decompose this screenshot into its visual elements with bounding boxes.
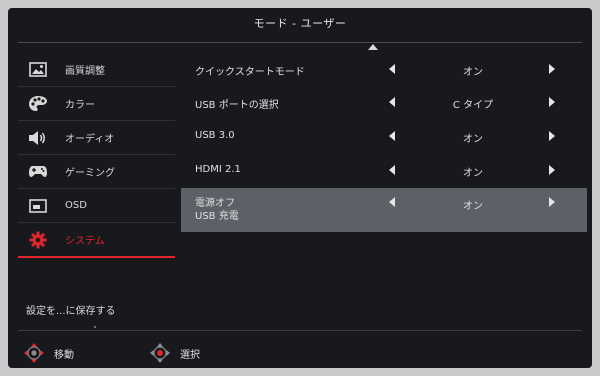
footer-divider xyxy=(18,330,582,331)
setting-label: HDMI 2.1 xyxy=(195,164,241,175)
setting-row-power-off-usb-charge[interactable]: 電源オフ USB 充電 オン xyxy=(181,188,587,232)
sidebar-item-label: オーディオ xyxy=(65,134,115,145)
sidebar-item-label: システム xyxy=(65,236,105,247)
picture-icon xyxy=(27,61,49,79)
active-underline xyxy=(18,256,175,258)
setting-row-usb30[interactable]: USB 3.0 オン xyxy=(181,120,587,153)
title-divider xyxy=(18,42,582,43)
arrow-right-icon[interactable] xyxy=(549,165,555,175)
osd-menu: モード - ユーザー 画質調整 カラー オーディオ ゲーミング OSD システム… xyxy=(8,8,592,368)
arrow-right-icon[interactable] xyxy=(549,64,555,74)
sidebar-item-label: ゲーミング xyxy=(65,168,115,179)
setting-value: オン xyxy=(463,201,483,212)
scroll-up-icon[interactable] xyxy=(368,44,378,50)
sidebar-item-picture[interactable]: 画質調整 xyxy=(18,53,175,86)
setting-value: オン xyxy=(463,134,483,145)
arrow-left-icon[interactable] xyxy=(389,165,395,175)
arrow-left-icon[interactable] xyxy=(389,197,395,207)
footer-move-hint: 移動 xyxy=(24,341,74,365)
sidebar-item-label: OSD xyxy=(65,200,87,211)
arrow-left-icon[interactable] xyxy=(389,131,395,141)
setting-label: USB ポートの選択 xyxy=(195,100,279,111)
setting-row-hdmi21[interactable]: HDMI 2.1 オン xyxy=(181,154,587,187)
setting-value: オン xyxy=(463,168,483,179)
footer-select-label: 選択 xyxy=(180,349,200,361)
arrow-right-icon[interactable] xyxy=(549,97,555,107)
dpad-move-icon xyxy=(24,343,44,363)
setting-label-line2: USB 充電 xyxy=(195,211,239,222)
sidebar-item-label: 画質調整 xyxy=(65,66,105,77)
osd-icon xyxy=(27,197,49,215)
arrow-right-icon[interactable] xyxy=(549,131,555,141)
setting-value: オン xyxy=(463,67,483,78)
arrow-left-icon[interactable] xyxy=(389,97,395,107)
sidebar-item-system[interactable]: システム xyxy=(18,223,175,256)
setting-label: クイックスタートモード xyxy=(195,67,305,78)
save-settings-item[interactable]: 設定を...に保存する xyxy=(26,302,116,317)
setting-row-usb-port[interactable]: USB ポートの選択 C タイプ xyxy=(181,86,587,119)
footer-select-hint: 選択 xyxy=(150,341,200,365)
gamepad-icon xyxy=(27,163,49,181)
setting-value: C タイプ xyxy=(452,100,494,111)
setting-label-line1: 電源オフ xyxy=(195,198,235,209)
speaker-icon xyxy=(27,129,49,147)
sidebar-item-color[interactable]: カラー xyxy=(18,87,175,120)
arrow-right-icon[interactable] xyxy=(549,197,555,207)
setting-label: USB 3.0 xyxy=(195,130,235,141)
setting-row-quick-start[interactable]: クイックスタートモード オン xyxy=(181,53,587,86)
palette-icon xyxy=(27,95,49,113)
dpad-select-icon xyxy=(150,343,170,363)
sidebar-item-label: カラー xyxy=(65,100,95,111)
arrow-left-icon[interactable] xyxy=(389,64,395,74)
gear-icon xyxy=(27,231,49,249)
sidebar-item-audio[interactable]: オーディオ xyxy=(18,121,175,154)
footer-move-label: 移動 xyxy=(54,349,74,361)
setting-label: 電源オフ USB 充電 xyxy=(195,197,239,223)
indicator-dot xyxy=(94,326,96,328)
menu-title: モード - ユーザー xyxy=(253,17,347,30)
sidebar-item-osd[interactable]: OSD xyxy=(18,189,175,222)
sidebar-item-gaming[interactable]: ゲーミング xyxy=(18,155,175,188)
